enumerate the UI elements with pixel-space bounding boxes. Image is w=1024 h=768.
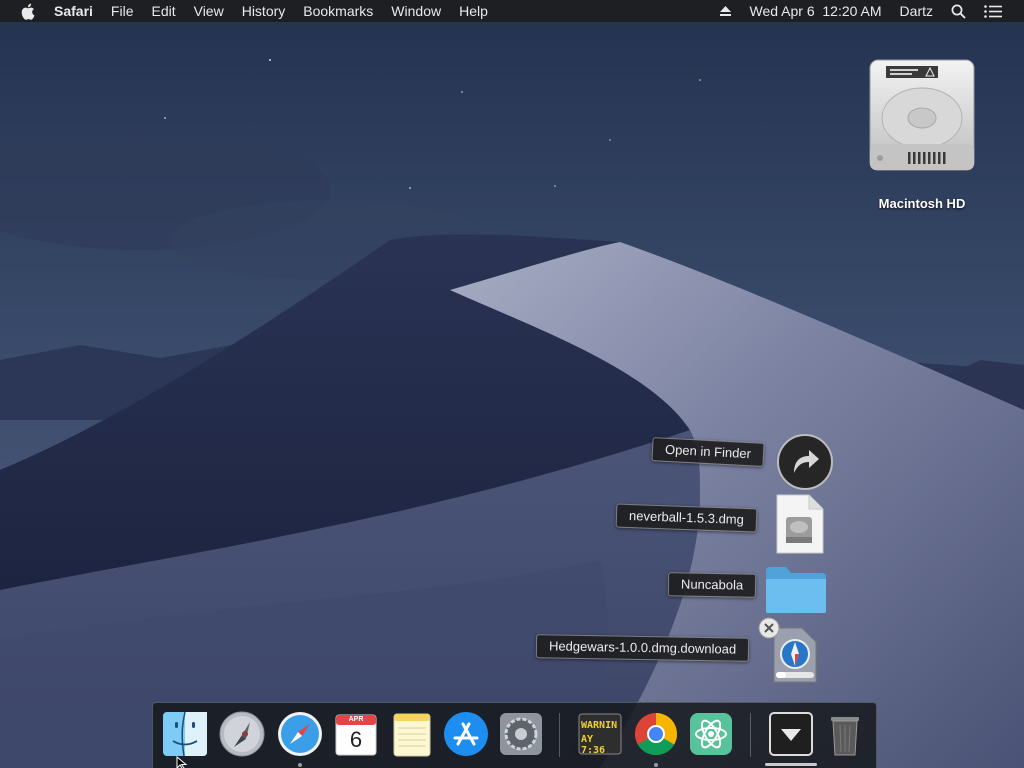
dock-finder-icon[interactable] xyxy=(162,711,208,757)
menu-bookmarks[interactable]: Bookmarks xyxy=(294,0,382,22)
dock-downloads-stack-icon[interactable] xyxy=(768,711,814,757)
dock-calendar-icon[interactable]: APR 6 xyxy=(333,711,379,757)
menu-user[interactable]: Dartz xyxy=(891,3,942,19)
console-line-1: WARNIN xyxy=(581,720,618,731)
disk-image-icon[interactable] xyxy=(775,493,825,560)
dock-chrome-running-indicator xyxy=(654,763,658,767)
dock-separator xyxy=(559,713,560,757)
mouse-cursor-icon xyxy=(176,755,188,768)
dock-safari-running-indicator xyxy=(298,763,302,767)
dock-downloads-progress xyxy=(765,763,817,766)
menu-clock[interactable]: Wed Apr 6 12:20 AM xyxy=(741,3,891,19)
menu-edit[interactable]: Edit xyxy=(142,0,184,22)
dock: APR 6 WARNIN AY 7:36 xyxy=(152,702,877,768)
folder-icon[interactable] xyxy=(764,565,828,620)
dock-system-preferences-icon[interactable] xyxy=(498,711,544,757)
dock-separator-2 xyxy=(750,713,751,757)
eject-icon[interactable] xyxy=(710,5,741,17)
apple-menu-icon[interactable] xyxy=(20,2,38,20)
dock-app-store-icon[interactable] xyxy=(443,711,489,757)
menu-help[interactable]: Help xyxy=(450,0,497,22)
dock-atom-icon[interactable] xyxy=(688,711,734,757)
download-item-label-neverball[interactable]: neverball-1.5.3.dmg xyxy=(615,503,758,533)
calendar-month: APR xyxy=(348,716,364,723)
macintosh-hd-icon[interactable] xyxy=(862,56,982,179)
download-item-label-hedgewars[interactable]: Hedgewars-1.0.0.dmg.download xyxy=(535,634,750,662)
menu-window[interactable]: Window xyxy=(382,0,450,22)
dock-trash-icon[interactable] xyxy=(822,711,868,757)
dock-chrome-icon[interactable] xyxy=(633,711,679,757)
spotlight-search-icon[interactable] xyxy=(942,4,975,19)
calendar-day: 6 xyxy=(349,727,363,752)
menu-file[interactable]: File xyxy=(102,0,143,22)
menu-bar: Safari File Edit View History Bookmarks … xyxy=(0,0,1024,22)
download-item-label-nuncabola[interactable]: Nuncabola xyxy=(667,572,757,598)
dock-notes-icon[interactable] xyxy=(389,711,435,757)
cancel-download-icon[interactable] xyxy=(758,617,780,644)
open-in-finder-arrow-icon[interactable] xyxy=(776,433,834,496)
console-line-2: AY 7:36 xyxy=(581,734,606,756)
notification-center-icon[interactable] xyxy=(975,4,1024,18)
dock-launchpad-icon[interactable] xyxy=(219,711,265,757)
dock-console-icon[interactable]: WARNIN AY 7:36 xyxy=(577,711,623,757)
menu-history[interactable]: History xyxy=(233,0,295,22)
menu-app-name[interactable]: Safari xyxy=(52,0,102,22)
macintosh-hd-label: Macintosh HD xyxy=(878,196,966,211)
dock-safari-icon[interactable] xyxy=(277,711,323,757)
menu-view[interactable]: View xyxy=(185,0,233,22)
